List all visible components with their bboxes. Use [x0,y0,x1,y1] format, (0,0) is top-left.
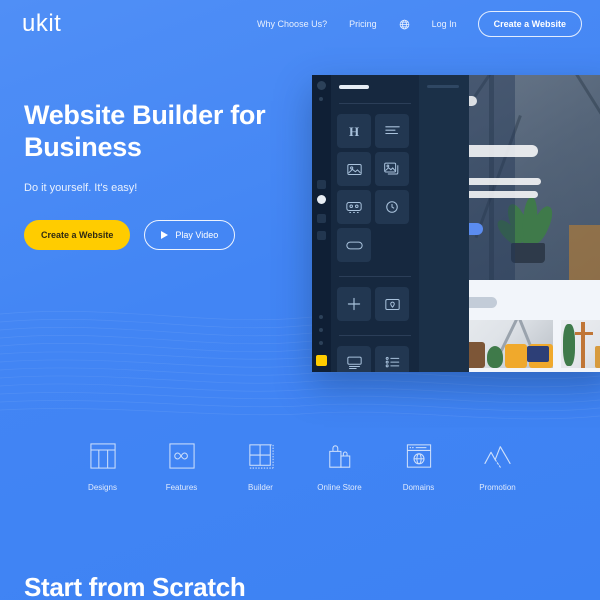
feature-label: Promotion [479,483,516,492]
rail-dot-icon-2[interactable] [319,315,323,319]
infinity-box-icon [168,440,195,472]
rail-publish-icon[interactable] [316,355,327,366]
clock-tool-icon[interactable] [375,190,409,224]
feature-item-domains[interactable]: Domains [379,440,458,492]
list-tool-icon[interactable] [375,346,409,372]
grid-four-icon [248,440,274,472]
hero-text-block: Website Builder for Business Do it yours… [24,100,294,250]
globe-icon[interactable] [388,19,421,30]
add-block-tool-icon[interactable] [337,287,371,321]
panel-title-bar [339,85,369,89]
nav-login[interactable]: Log In [421,19,468,29]
rail-dot-icon-3[interactable] [319,328,323,332]
panel2-bar [427,85,459,88]
section-title-start-from-scratch: Start from Scratch [24,572,246,600]
preview-thumbnail-2 [561,320,600,368]
tool-grid-forms [337,346,413,372]
feature-label: Builder [248,483,273,492]
nav-why-choose-us[interactable]: Why Choose Us? [246,19,338,29]
panel-divider-1 [339,103,411,104]
builder-secondary-column [419,75,469,372]
nav-pricing[interactable]: Pricing [338,19,388,29]
feature-item-online-store[interactable]: Online Store [300,440,379,492]
chart-peaks-icon [484,440,511,472]
heading-glyph: H [348,123,360,139]
feature-label: Domains [402,483,435,492]
feature-icon-row: Designs Features Builder Online Store Do… [0,440,600,492]
browser-globe-icon [406,440,432,472]
feature-item-features[interactable]: Features [142,440,221,492]
shopping-bags-icon [327,440,353,472]
rail-active-icon[interactable] [317,195,326,204]
hero-title-line-2: Business [24,131,142,162]
heading-tool-icon[interactable]: H [337,114,371,148]
button-tool-icon[interactable] [337,228,371,262]
rail-square-icon-1[interactable] [317,180,326,189]
gallery-tool-icon[interactable] [375,152,409,186]
create-website-header-button[interactable]: Create a Website [477,11,582,37]
rail-avatar-icon[interactable] [317,81,326,90]
hero-button-group: Create a Website Play Video [24,219,294,250]
form-tool-icon[interactable] [337,346,371,372]
map-tool-icon[interactable] [375,287,409,321]
video-tool-icon[interactable] [337,190,371,224]
layout-columns-icon [89,440,116,472]
play-video-button[interactable]: Play Video [144,219,236,250]
main-navigation: Why Choose Us? Pricing Log In Create a W… [246,11,582,37]
panel-divider-2 [339,276,411,277]
feature-item-designs[interactable]: Designs [63,440,142,492]
image-tool-icon[interactable] [337,152,371,186]
rail-square-icon-2[interactable] [317,214,326,223]
landing-page: ukit Why Choose Us? Pricing Log In Creat… [0,0,600,600]
site-header: ukit Why Choose Us? Pricing Log In Creat… [0,0,600,48]
logo-ukit[interactable]: ukit [22,12,61,36]
tool-grid-content: H [337,114,413,262]
panel-divider-3 [339,335,411,336]
feature-item-builder[interactable]: Builder [221,440,300,492]
hero-subtitle: Do it yourself. It's easy! [24,181,138,194]
play-video-label: Play Video [175,229,219,240]
tool-grid-add [337,287,413,321]
rail-dot-icon-4[interactable] [319,341,323,345]
create-website-hero-button[interactable]: Create a Website [24,219,131,250]
feature-label: Features [165,483,198,492]
rail-square-icon-3[interactable] [317,231,326,240]
hero-title-line-1: Website Builder for [24,100,266,130]
play-triangle-icon [161,230,169,239]
builder-tool-panel: H [331,75,419,372]
page-title: Website Builder for Business [24,100,294,164]
website-builder-preview: H [312,75,600,372]
feature-label: Designs [88,483,117,492]
rail-dot-icon[interactable] [319,97,323,101]
builder-left-rail [312,75,331,372]
text-block-tool-icon[interactable] [375,114,409,148]
feature-label: Online Store [317,483,362,492]
feature-item-promotion[interactable]: Promotion [458,440,537,492]
